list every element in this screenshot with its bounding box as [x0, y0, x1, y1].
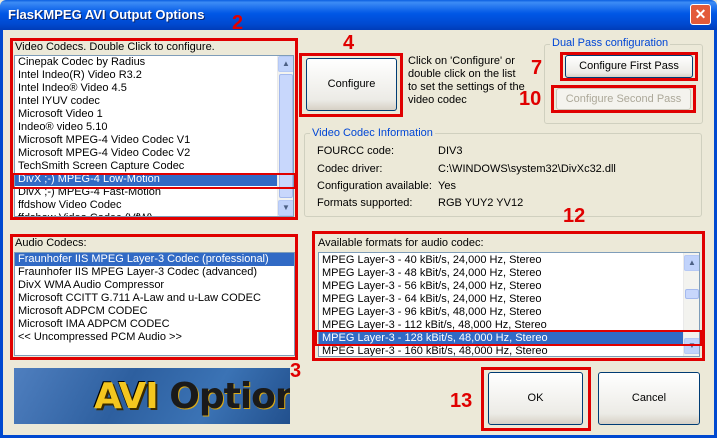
scroll-up-icon[interactable]: ▲ [684, 255, 699, 271]
video-codec-item[interactable]: Microsoft MPEG-4 Video Codec V1 [15, 134, 293, 147]
video-codec-item[interactable]: Microsoft Video 1 [15, 108, 293, 121]
video-codec-info-title: Video Codec Information [310, 127, 435, 139]
annotation-4: 4 [343, 32, 355, 54]
scroll-down-icon[interactable]: ▼ [278, 200, 293, 216]
audio-format-item[interactable]: MPEG Layer-3 - 48 kBit/s, 24,000 Hz, Ste… [319, 267, 699, 280]
annotation-3: 3 [290, 360, 302, 382]
fourcc-value: DIV3 [438, 145, 463, 157]
audio-codec-item[interactable]: Microsoft CCITT G.711 A-Law and u-Law CO… [15, 292, 294, 305]
annotation-10: 10 [519, 88, 542, 110]
video-codecs-label: Video Codecs. Double Click to configure. [15, 41, 215, 53]
dual-pass-title: Dual Pass configuration [550, 37, 671, 49]
window-title: FlasKMPEG AVI Output Options [8, 7, 205, 22]
audio-codec-item[interactable]: Microsoft ADPCM CODEC [15, 305, 294, 318]
scroll-thumb[interactable] [685, 289, 699, 299]
cancel-button[interactable]: Cancel [598, 372, 700, 425]
avi-options-logo: AVI Options [14, 368, 290, 424]
annotation-7: 7 [531, 57, 543, 79]
formats-supported-label: Formats supported: [317, 197, 413, 209]
video-codec-item[interactable]: ffdshow Video Codec [15, 199, 293, 212]
formats-supported-value: RGB YUY2 YV12 [438, 197, 524, 209]
video-codec-item[interactable]: Intel IYUV codec [15, 95, 293, 108]
ok-button[interactable]: OK [488, 372, 583, 425]
logo-text: AVI Options [94, 376, 290, 417]
annotation-13: 13 [450, 390, 473, 412]
selected-format-highlight [315, 330, 702, 346]
audio-format-item[interactable]: MPEG Layer-3 - 40 kBit/s, 24,000 Hz, Ste… [319, 254, 699, 267]
selected-video-codec-highlight [12, 173, 296, 189]
configure-first-pass-button[interactable]: Configure First Pass [565, 55, 693, 78]
video-codec-item[interactable]: TechSmith Screen Capture Codec [15, 160, 293, 173]
audio-codec-item[interactable]: Fraunhofer IIS MPEG Layer-3 Codec (profe… [15, 253, 294, 266]
audio-codec-item[interactable]: Microsoft IMA ADPCM CODEC [15, 318, 294, 331]
configure-help-text: Click on 'Configure' or double click on … [408, 55, 525, 106]
audio-codec-item[interactable]: Fraunhofer IIS MPEG Layer-3 Codec (advan… [15, 266, 294, 279]
video-codec-item[interactable]: Intel Indeo® Video 4.5 [15, 82, 293, 95]
audio-format-item[interactable]: MPEG Layer-3 - 56 kBit/s, 24,000 Hz, Ste… [319, 280, 699, 293]
audio-codec-item[interactable]: << Uncompressed PCM Audio >> [15, 331, 294, 344]
title-bar[interactable]: FlasKMPEG AVI Output Options ✕ [0, 0, 717, 30]
audio-codec-list[interactable]: Fraunhofer IIS MPEG Layer-3 Codec (profe… [14, 252, 295, 356]
audio-formats-label: Available formats for audio codec: [318, 237, 484, 249]
codec-driver-value: C:\WINDOWS\system32\DivXc32.dll [438, 163, 616, 175]
audio-format-item[interactable]: MPEG Layer-3 - 64 kBit/s, 24,000 Hz, Ste… [319, 293, 699, 306]
audio-format-item[interactable]: MPEG Layer-3 - 96 kBit/s, 48,000 Hz, Ste… [319, 306, 699, 319]
annotation-12: 12 [563, 205, 586, 227]
video-codec-item[interactable]: Cinepak Codec by Radius [15, 56, 293, 69]
audio-format-item[interactable]: MPEG Layer-3 - 160 kBit/s, 48,000 Hz, St… [319, 345, 699, 356]
fourcc-label: FOURCC code: [317, 145, 395, 157]
video-codec-item[interactable]: Indeo® video 5.10 [15, 121, 293, 134]
video-codec-item[interactable]: Intel Indeo(R) Video R3.2 [15, 69, 293, 82]
video-codec-item[interactable]: ffdshow Video Codec (VfW) [15, 212, 293, 216]
configure-second-pass-button[interactable]: Configure Second Pass [556, 88, 691, 110]
config-available-value: Yes [438, 180, 456, 192]
annotation-2: 2 [232, 12, 244, 34]
scroll-up-icon[interactable]: ▲ [278, 56, 293, 72]
audio-codec-item[interactable]: DivX WMA Audio Compressor [15, 279, 294, 292]
video-codec-item[interactable]: Microsoft MPEG-4 Video Codec V2 [15, 147, 293, 160]
video-list-scrollbar[interactable]: ▲ ▼ [277, 56, 293, 216]
configure-button[interactable]: Configure [306, 58, 397, 111]
audio-codecs-label: Audio Codecs: [15, 237, 87, 249]
close-icon[interactable]: ✕ [690, 4, 711, 25]
codec-driver-label: Codec driver: [317, 163, 383, 175]
video-codec-list[interactable]: Cinepak Codec by Radius Intel Indeo(R) Vi… [14, 55, 294, 217]
config-available-label: Configuration available: [317, 180, 432, 192]
